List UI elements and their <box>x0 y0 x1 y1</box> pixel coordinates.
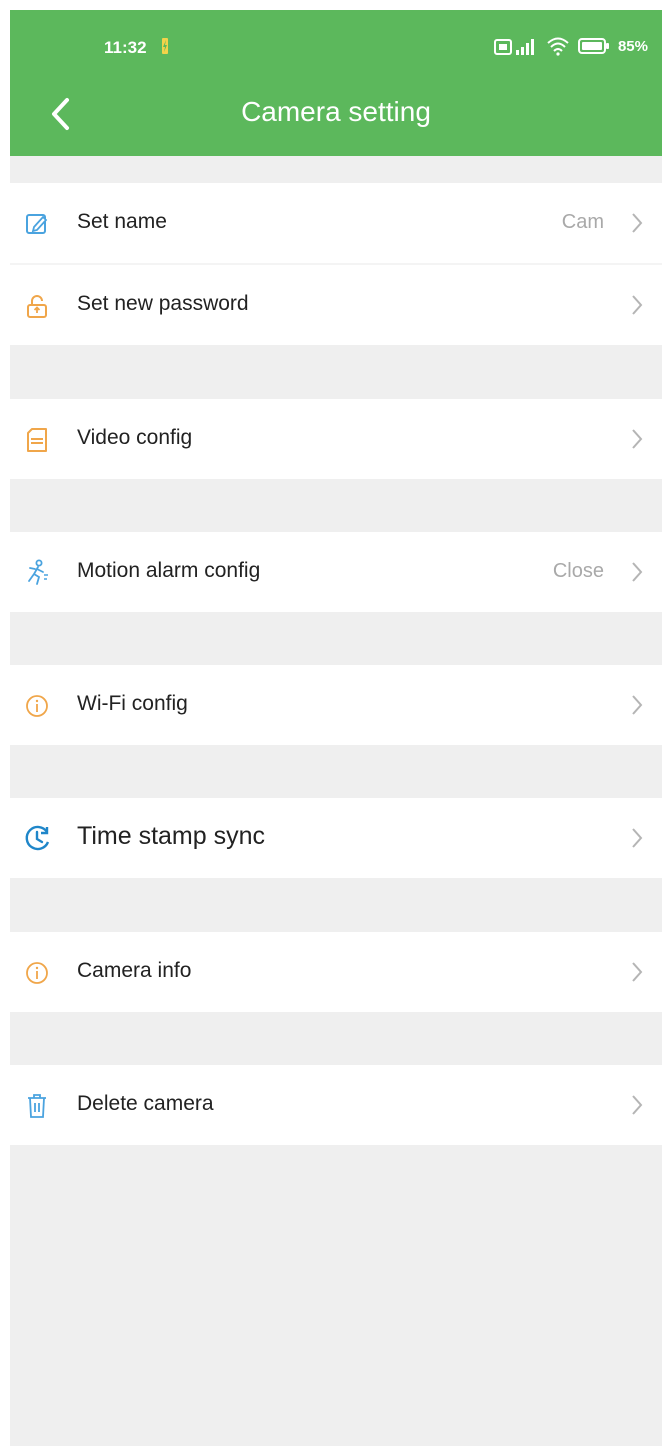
row-label: Time stamp sync <box>77 822 266 850</box>
row-time-stamp-sync[interactable]: Time stamp sync <box>10 798 662 878</box>
chevron-right-icon <box>632 562 643 582</box>
clock-icon <box>24 824 52 852</box>
running-person-icon <box>24 559 50 586</box>
page-title: Camera setting <box>241 96 431 127</box>
chevron-right-icon <box>632 295 643 315</box>
chevron-right-icon <box>632 962 643 982</box>
row-label: Camera info <box>77 959 192 982</box>
row-label: Set name <box>77 210 167 233</box>
row-set-name[interactable]: Set name Cam <box>10 183 662 263</box>
status-time: 11:32 <box>104 38 147 57</box>
status-bar: 11:32 85% <box>10 10 662 70</box>
title-bar: Camera setting <box>10 80 662 144</box>
sd-card-icon <box>24 427 50 453</box>
row-set-new-password[interactable]: Set new password <box>10 265 662 345</box>
charging-icon <box>162 38 168 54</box>
row-wifi-config[interactable]: Wi-Fi config <box>10 665 662 745</box>
row-camera-info[interactable]: Camera info <box>10 932 662 1012</box>
lock-icon <box>24 293 50 319</box>
chevron-right-icon <box>632 828 643 848</box>
row-value: Close <box>552 560 604 582</box>
edit-icon <box>24 211 50 237</box>
row-value: Cam <box>561 211 604 233</box>
trash-icon <box>24 1093 50 1119</box>
row-label: Set new password <box>77 292 249 315</box>
info-icon <box>24 693 50 719</box>
info-icon <box>24 960 50 986</box>
row-label: Motion alarm config <box>77 559 261 582</box>
row-delete-camera[interactable]: Delete camera <box>10 1065 662 1145</box>
camera-setting-screen: 11:32 85% Camera setting Set name Cam Se… <box>10 10 662 1446</box>
battery-percent: 85% <box>617 37 648 55</box>
chevron-right-icon <box>632 1095 643 1115</box>
battery-icon <box>577 38 609 54</box>
row-motion-alarm-config[interactable]: Motion alarm config Close <box>10 532 662 612</box>
row-label: Video config <box>77 426 193 449</box>
chevron-right-icon <box>632 695 643 715</box>
row-video-config[interactable]: Video config <box>10 399 662 479</box>
row-label: Delete camera <box>77 1092 214 1115</box>
app-header: 11:32 85% Camera setting <box>10 10 662 156</box>
status-indicators: 85% <box>493 34 648 58</box>
chevron-right-icon <box>632 429 643 449</box>
row-label: Wi-Fi config <box>77 692 188 715</box>
wifi-icon <box>547 37 569 56</box>
signal-icon <box>493 39 534 55</box>
chevron-right-icon <box>632 213 643 233</box>
